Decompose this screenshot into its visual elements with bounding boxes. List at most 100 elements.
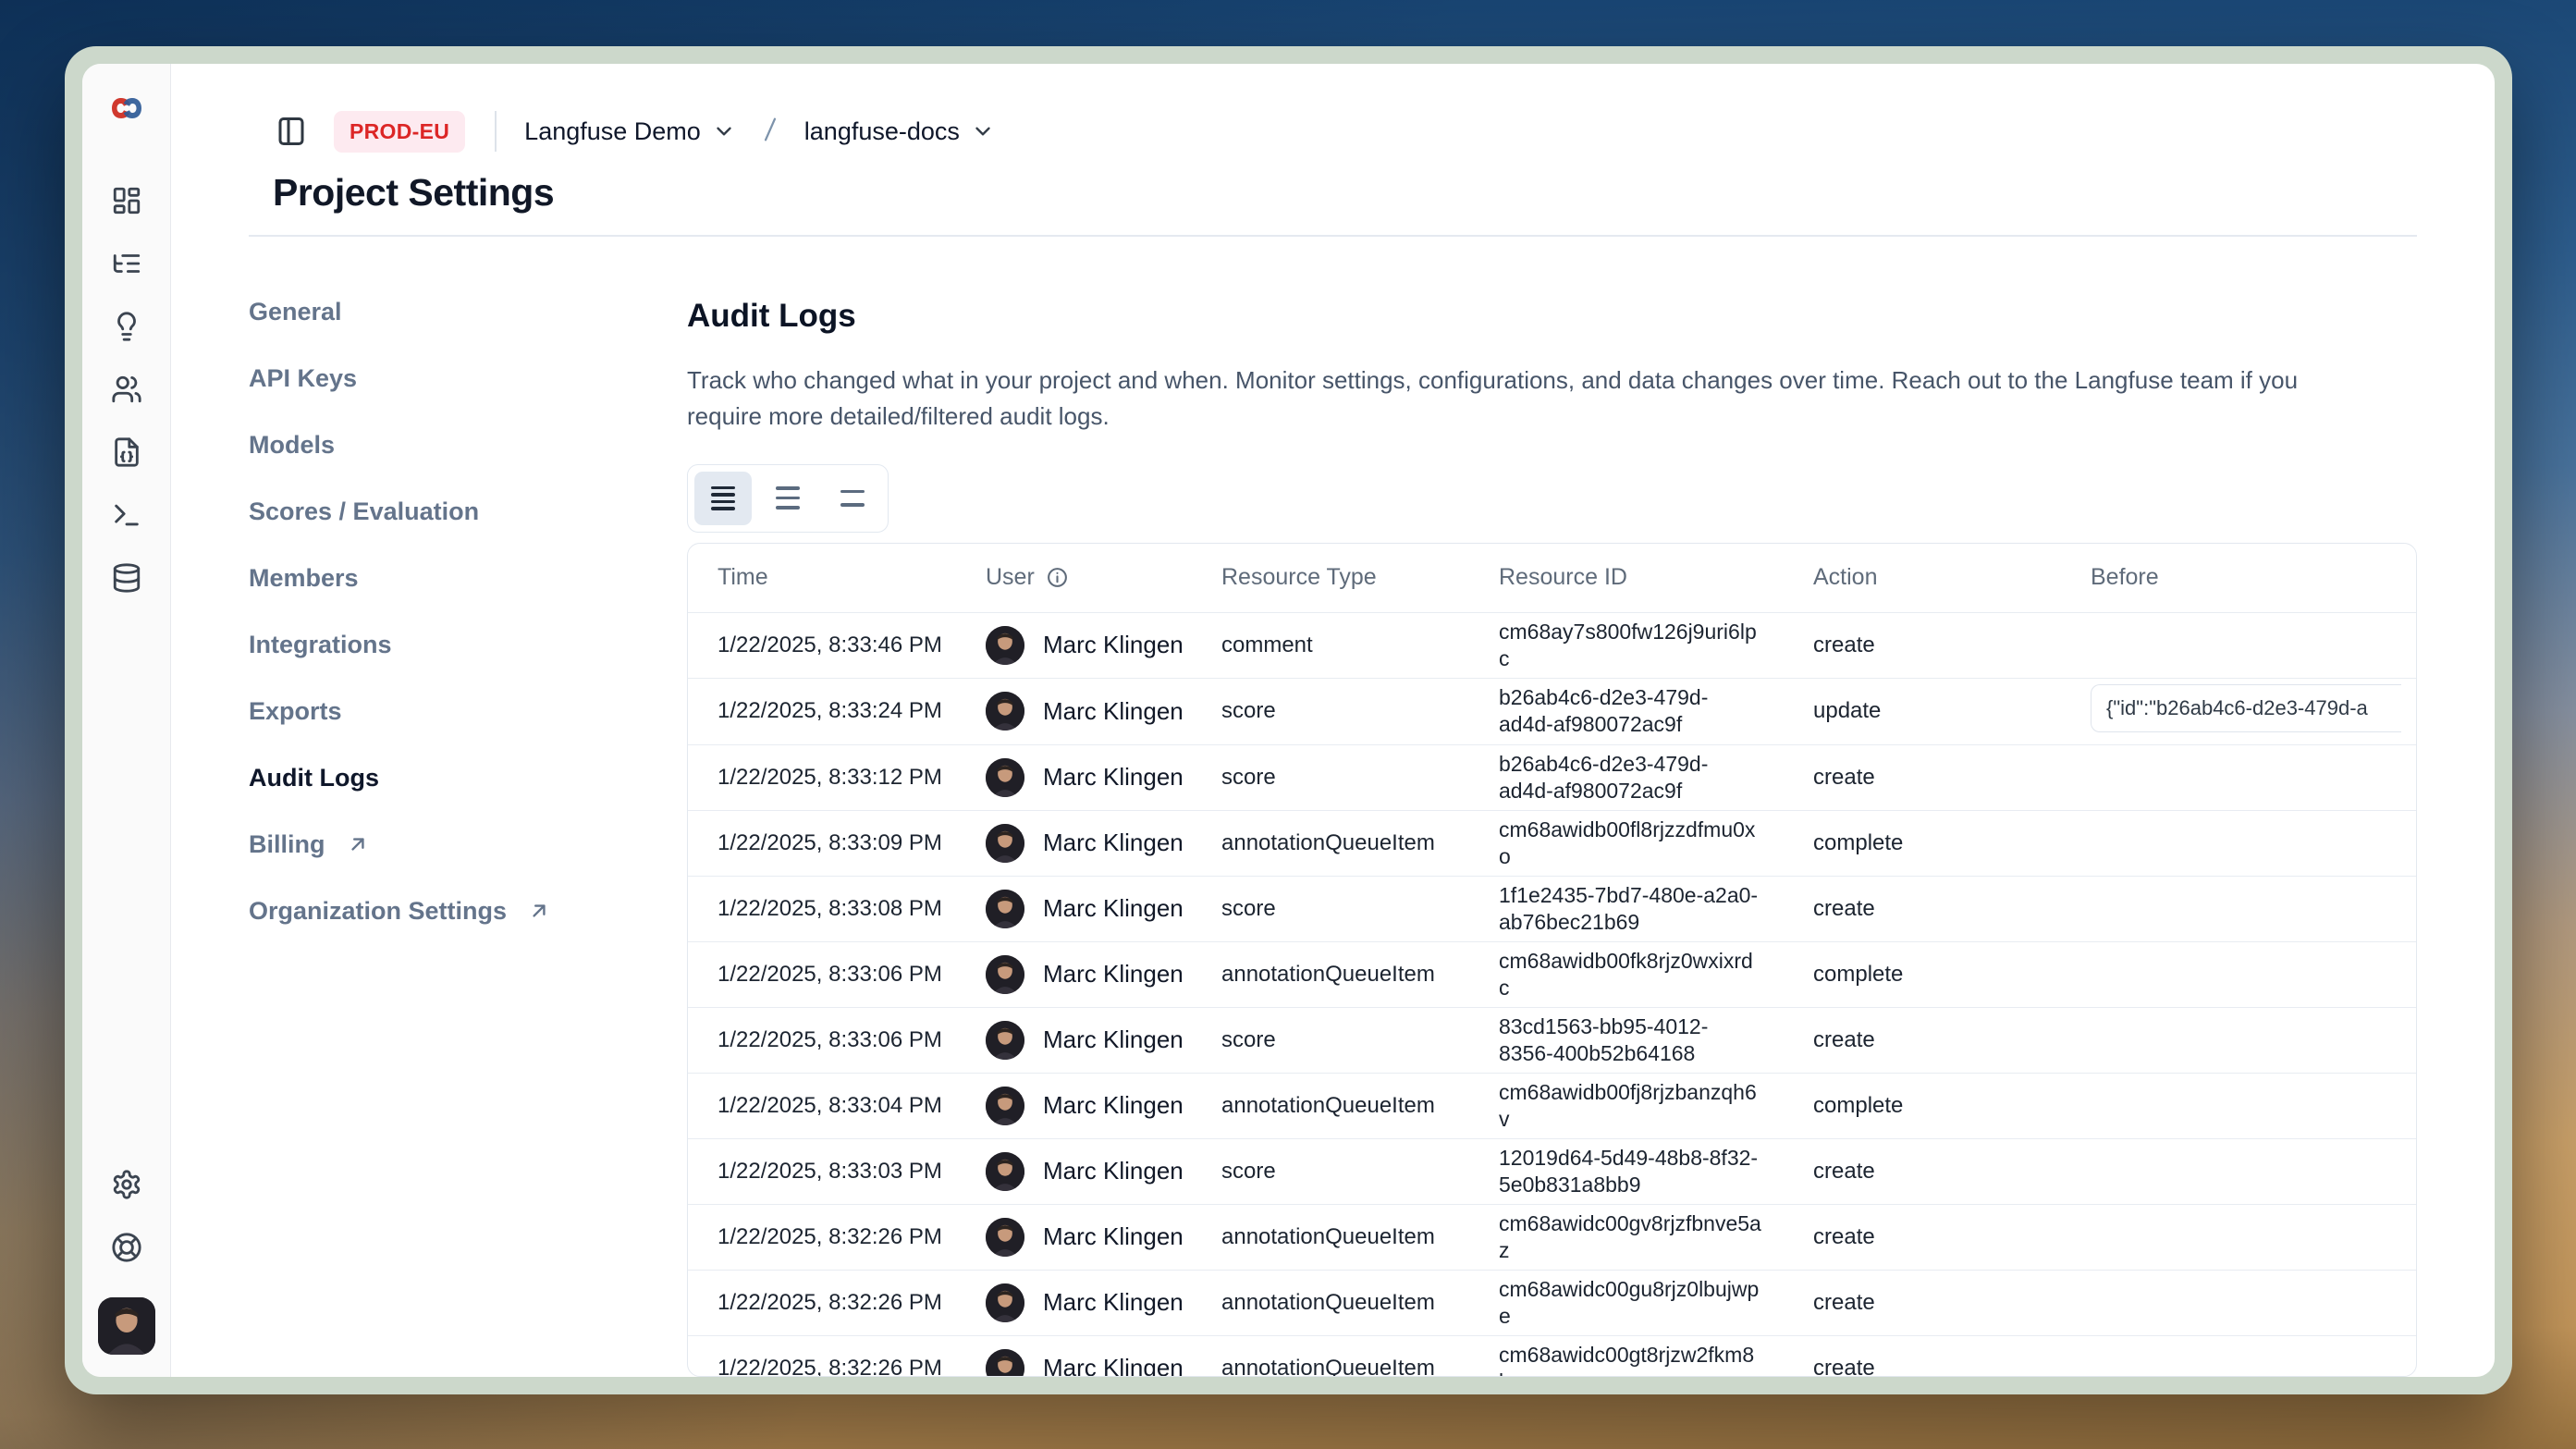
table-row[interactable]: 1/22/2025, 8:33:04 PM Marc Klingen annot…: [688, 1073, 2416, 1138]
settings-nav-item-members[interactable]: Members: [249, 564, 687, 592]
row-resource-id: cm68awidc00gu8rjz0lbujwpe: [1499, 1277, 1759, 1328]
row-action: create: [1813, 1290, 1875, 1315]
app-window: PROD-EU Langfuse Demo langfuse-docs: [65, 46, 2512, 1394]
settings-gear-icon[interactable]: [108, 1166, 145, 1203]
dashboard-icon[interactable]: [108, 182, 145, 219]
row-resource-type: annotationQueueItem: [1221, 830, 1435, 855]
row-time: 1/22/2025, 8:33:12 PM: [718, 765, 942, 790]
settings-nav-item-models[interactable]: Models: [249, 431, 687, 459]
lightbulb-icon[interactable]: [108, 308, 145, 345]
row-resource-type: annotationQueueItem: [1221, 1224, 1435, 1249]
settings-main: Audit Logs Track who changed what in you…: [687, 298, 2417, 1378]
sidebar: [82, 64, 171, 1377]
settings-nav-item-integrations[interactable]: Integrations: [249, 631, 687, 658]
row-action: create: [1813, 1356, 1875, 1378]
page-header: PROD-EU Langfuse Demo langfuse-docs: [249, 108, 2417, 215]
langfuse-logo-icon[interactable]: [106, 88, 147, 129]
environment-badge: PROD-EU: [334, 111, 465, 153]
density-medium-button[interactable]: [759, 472, 816, 525]
row-user-name: Marc Klingen: [1043, 1025, 1184, 1054]
row-time: 1/22/2025, 8:33:06 PM: [718, 962, 942, 987]
row-time: 1/22/2025, 8:33:08 PM: [718, 896, 942, 921]
row-resource-type: annotationQueueItem: [1221, 1093, 1435, 1118]
user-avatar: [986, 1087, 1024, 1125]
breadcrumb-slash-icon: [754, 114, 786, 150]
row-resource-id: b26ab4c6-d2e3-479d-ad4d-af980072ac9f: [1499, 752, 1708, 803]
app-window-inner: PROD-EU Langfuse Demo langfuse-docs: [82, 64, 2495, 1377]
playground-terminal-icon[interactable]: [108, 497, 145, 534]
row-time: 1/22/2025, 8:32:26 PM: [718, 1356, 942, 1378]
row-resource-type: annotationQueueItem: [1221, 1290, 1435, 1315]
rows-dense-icon: [711, 486, 735, 510]
section-title: Audit Logs: [687, 298, 2417, 335]
prompts-file-icon[interactable]: [108, 434, 145, 471]
settings-nav-item-api-keys[interactable]: API Keys: [249, 364, 687, 392]
user-avatar[interactable]: [98, 1297, 155, 1355]
row-user-name: Marc Klingen: [1043, 697, 1184, 726]
audit-log-table: Time User Resource Type Resource ID Acti…: [687, 543, 2417, 1378]
table-row[interactable]: 1/22/2025, 8:33:09 PM Marc Klingen annot…: [688, 810, 2416, 876]
table-row[interactable]: 1/22/2025, 8:33:24 PM Marc Klingen score…: [688, 678, 2416, 744]
project-selector[interactable]: langfuse-docs: [804, 117, 995, 146]
sidebar-icon-group: [108, 182, 145, 596]
table-row[interactable]: 1/22/2025, 8:32:26 PM Marc Klingen annot…: [688, 1204, 2416, 1270]
settings-nav-item-organization-settings[interactable]: Organization Settings: [249, 897, 687, 925]
info-icon: [1046, 566, 1069, 589]
column-header-user: User: [956, 564, 1192, 591]
row-user-name: Marc Klingen: [1043, 829, 1184, 857]
before-json-chip[interactable]: {"id":"b26ab4c6-d2e3-479d-a: [2091, 684, 2401, 732]
section-description: Track who changed what in your project a…: [687, 362, 2342, 435]
row-action: create: [1813, 632, 1875, 657]
rows-relaxed-icon: [840, 490, 865, 507]
row-action: create: [1813, 765, 1875, 790]
table-row[interactable]: 1/22/2025, 8:33:08 PM Marc Klingen score…: [688, 876, 2416, 941]
users-icon[interactable]: [108, 371, 145, 408]
row-resource-id: cm68awidc00gt8rjzw2fkm8bo: [1499, 1343, 1754, 1378]
table-row[interactable]: 1/22/2025, 8:33:46 PM Marc Klingen comme…: [688, 612, 2416, 678]
row-user-name: Marc Klingen: [1043, 1354, 1184, 1377]
chevron-down-icon: [712, 119, 736, 143]
row-resource-id: 1f1e2435-7bd7-480e-a2a0-ab76bec21b69: [1499, 883, 1758, 934]
settings-nav-item-audit-logs[interactable]: Audit Logs: [249, 764, 687, 792]
row-resource-id: 83cd1563-bb95-4012-8356-400b52b64168: [1499, 1014, 1708, 1065]
row-action: create: [1813, 1027, 1875, 1052]
settings-nav-item-general[interactable]: General: [249, 298, 687, 325]
table-row[interactable]: 1/22/2025, 8:33:06 PM Marc Klingen annot…: [688, 941, 2416, 1007]
table-row[interactable]: 1/22/2025, 8:32:26 PM Marc Klingen annot…: [688, 1335, 2416, 1378]
row-action: complete: [1813, 830, 1903, 855]
sidebar-bottom-group: [98, 1166, 155, 1355]
row-resource-type: annotationQueueItem: [1221, 962, 1435, 987]
table-row[interactable]: 1/22/2025, 8:33:06 PM Marc Klingen score…: [688, 1007, 2416, 1073]
user-avatar: [986, 1021, 1024, 1060]
column-header-time: Time: [688, 564, 956, 591]
table-row[interactable]: 1/22/2025, 8:33:03 PM Marc Klingen score…: [688, 1138, 2416, 1204]
org-selector[interactable]: Langfuse Demo: [524, 117, 736, 146]
datasets-database-icon[interactable]: [108, 559, 145, 596]
table-row[interactable]: 1/22/2025, 8:33:12 PM Marc Klingen score…: [688, 744, 2416, 810]
density-dense-button[interactable]: [694, 472, 752, 525]
row-resource-id: b26ab4c6-d2e3-479d-ad4d-af980072ac9f: [1499, 685, 1708, 736]
external-link-icon: [346, 832, 370, 856]
row-user-name: Marc Klingen: [1043, 631, 1184, 659]
user-avatar: [986, 1218, 1024, 1257]
user-avatar: [986, 1349, 1024, 1378]
main-content: PROD-EU Langfuse Demo langfuse-docs: [171, 64, 2495, 1377]
settings-nav-item-scores-evaluation[interactable]: Scores / Evaluation: [249, 497, 687, 525]
user-avatar: [986, 890, 1024, 928]
table-row[interactable]: 1/22/2025, 8:32:26 PM Marc Klingen annot…: [688, 1270, 2416, 1335]
row-user-name: Marc Klingen: [1043, 960, 1184, 989]
row-user-name: Marc Klingen: [1043, 1091, 1184, 1120]
row-user-name: Marc Klingen: [1043, 763, 1184, 792]
density-relaxed-button[interactable]: [824, 472, 881, 525]
row-resource-id: cm68ay7s800fw126j9uri6lpc: [1499, 620, 1757, 670]
support-lifebuoy-icon[interactable]: [108, 1229, 145, 1266]
column-header-resource-type: Resource Type: [1192, 564, 1469, 591]
tracing-tree-icon[interactable]: [108, 245, 145, 282]
row-resource-type: score: [1221, 896, 1276, 921]
settings-nav-item-exports[interactable]: Exports: [249, 697, 687, 725]
table-header-row: Time User Resource Type Resource ID Acti…: [688, 544, 2416, 612]
settings-nav-item-billing[interactable]: Billing: [249, 830, 687, 858]
row-user-name: Marc Klingen: [1043, 1288, 1184, 1317]
sidebar-toggle-icon[interactable]: [273, 113, 310, 150]
row-user-name: Marc Klingen: [1043, 1222, 1184, 1251]
